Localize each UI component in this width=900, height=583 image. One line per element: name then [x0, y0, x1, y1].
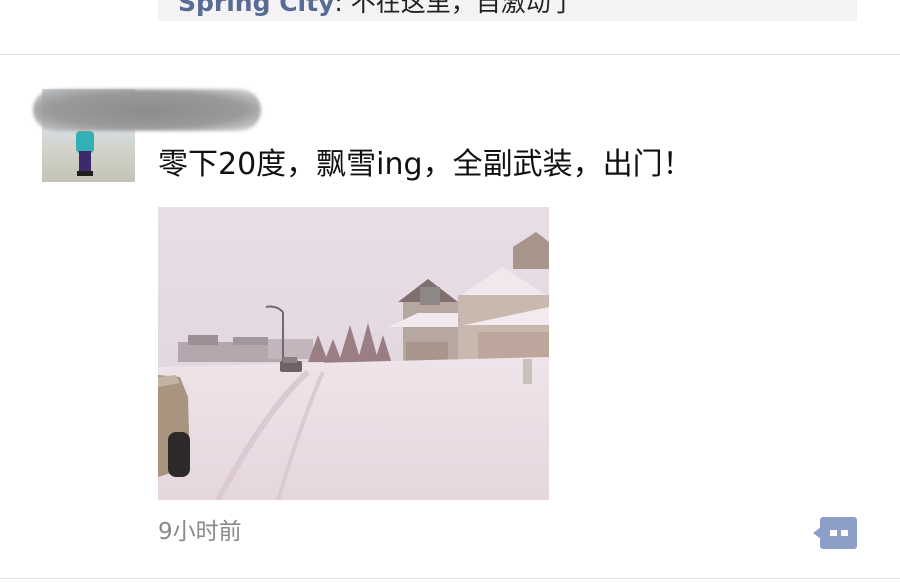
- comment-text: : 不在这里，自激动了: [334, 0, 576, 17]
- previous-comment-row[interactable]: Spring City: 不在这里，自激动了: [158, 0, 857, 21]
- post-divider: [0, 54, 900, 55]
- post-text: 零下20度，飘雪ing，全副武装，出门！: [158, 147, 693, 182]
- moments-feed: Spring City: 不在这里，自激动了 零下20度，飘雪ing，全副武装，…: [0, 0, 900, 583]
- post-timestamp: 9小时前: [158, 519, 242, 545]
- post-photo[interactable]: [158, 207, 549, 500]
- snowy-street-photo: [158, 207, 549, 500]
- author-name-redacted[interactable]: [33, 89, 261, 131]
- comment-author-link[interactable]: Spring City: [178, 0, 334, 17]
- post-divider-bottom: [0, 578, 900, 579]
- comment-bubble-icon: [813, 517, 857, 549]
- comment-bubble-button[interactable]: [813, 517, 857, 549]
